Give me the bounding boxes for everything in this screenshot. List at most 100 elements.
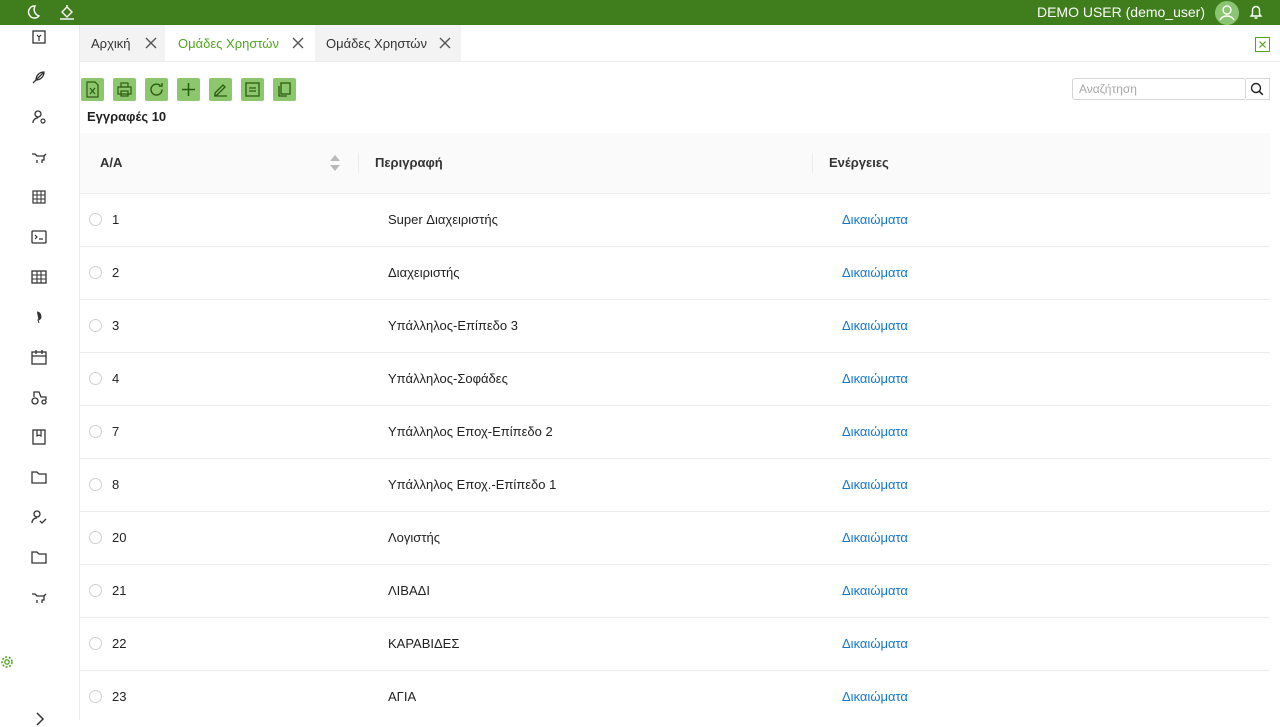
cell-id: 1 [112, 212, 120, 227]
leaf-icon[interactable] [30, 308, 48, 326]
cell-description: ΛΙΒΑΔΙ [388, 583, 430, 598]
record-count: Εγγραφές 10 [87, 109, 167, 124]
table-row[interactable]: 4 Υπάλληλος-Σοφάδες Δικαιώματα [80, 353, 1270, 406]
permissions-link[interactable]: Δικαιώματα [842, 318, 908, 333]
permissions-link[interactable]: Δικαιώματα [842, 265, 908, 280]
close-icon[interactable] [144, 36, 158, 50]
row-radio[interactable] [89, 372, 102, 385]
column-header-actions: Ενέργειες [829, 155, 889, 170]
row-radio[interactable] [89, 319, 102, 332]
permissions-link[interactable]: Δικαιώματα [842, 477, 908, 492]
tab-label: Αρχική [91, 35, 131, 51]
close-icon[interactable] [291, 36, 305, 50]
close-icon [1259, 41, 1266, 48]
cash-register-icon[interactable] [30, 28, 48, 46]
cow-icon[interactable] [30, 148, 48, 166]
user-settings-icon[interactable] [30, 108, 48, 126]
folder-icon[interactable] [30, 468, 48, 486]
sidebar [0, 25, 80, 726]
table-grid-icon[interactable] [30, 268, 48, 286]
cell-description: Λογιστής [388, 530, 440, 545]
user-name[interactable]: DEMO USER (demo_user) [1037, 4, 1205, 20]
close-icon[interactable] [438, 36, 452, 50]
row-radio[interactable] [89, 584, 102, 597]
permissions-link[interactable]: Δικαιώματα [842, 689, 908, 704]
terminal-icon[interactable] [30, 228, 48, 246]
tractor-icon[interactable] [30, 388, 48, 406]
permissions-link[interactable]: Δικαιώματα [842, 636, 908, 651]
cell-id: 23 [112, 689, 127, 704]
table-row[interactable]: 2 Διαχειριστής Δικαιώματα [80, 247, 1270, 300]
chevron-right-icon[interactable] [33, 711, 47, 727]
copy-icon [245, 82, 260, 97]
cell-description: ΑΓΙΑ [388, 689, 417, 704]
column-header-id[interactable]: Α/Α [100, 155, 122, 170]
close-all-tabs-button[interactable] [1255, 37, 1270, 52]
building-icon[interactable] [30, 188, 48, 206]
tab-user-groups-2[interactable]: Ομάδες Χρηστών [315, 25, 461, 61]
search-icon [1250, 82, 1264, 96]
paint-bucket-icon[interactable] [58, 3, 76, 21]
column-header-description[interactable]: Περιγραφή [375, 155, 443, 170]
row-radio[interactable] [89, 425, 102, 438]
search-button[interactable] [1246, 78, 1270, 100]
row-radio[interactable] [89, 531, 102, 544]
cell-id: 3 [112, 318, 120, 333]
plus-icon [182, 83, 195, 96]
avatar[interactable] [1215, 1, 1239, 25]
permissions-link[interactable]: Δικαιώματα [842, 371, 908, 386]
row-radio[interactable] [89, 478, 102, 491]
duplicate-button[interactable] [273, 78, 296, 101]
duplicate-icon [278, 82, 291, 97]
table-row[interactable]: 3 Υπάλληλος-Επίπεδο 3 Δικαιώματα [80, 300, 1270, 353]
feather-icon[interactable] [30, 68, 48, 86]
tab-home[interactable]: Αρχική [80, 25, 165, 61]
print-button[interactable] [113, 78, 136, 101]
table-row[interactable]: 22 ΚΑΡΑΒΙΔΕΣ Δικαιώματα [80, 618, 1270, 671]
row-radio[interactable] [89, 266, 102, 279]
search-input[interactable] [1072, 78, 1246, 100]
export-excel-button[interactable] [81, 78, 104, 101]
cell-description: ΚΑΡΑΒΙΔΕΣ [388, 636, 460, 651]
cow-icon[interactable] [30, 588, 48, 606]
gear-icon[interactable] [0, 655, 14, 669]
cell-id: 8 [112, 477, 120, 492]
cell-id: 21 [112, 583, 127, 598]
tab-label: Ομάδες Χρηστών [326, 35, 427, 51]
refresh-button[interactable] [145, 78, 168, 101]
tab-user-groups[interactable]: Ομάδες Χρηστών [167, 25, 313, 61]
moon-icon[interactable] [23, 3, 41, 21]
table-row[interactable]: 7 Υπάλληλος Εποχ-Επίπεδο 2 Δικαιώματα [80, 406, 1270, 459]
row-radio[interactable] [89, 690, 102, 703]
cell-description: Super Διαχειριστής [388, 212, 498, 227]
calendar-icon[interactable] [30, 348, 48, 366]
excel-icon [86, 81, 99, 98]
row-radio[interactable] [89, 637, 102, 650]
bell-icon[interactable] [1247, 3, 1265, 21]
cell-description: Διαχειριστής [388, 265, 460, 280]
column-divider [358, 153, 359, 173]
folder-icon[interactable] [30, 548, 48, 566]
add-button[interactable] [177, 78, 200, 101]
refresh-icon [150, 83, 163, 96]
permissions-link[interactable]: Δικαιώματα [842, 424, 908, 439]
table-row[interactable]: 20 Λογιστής Δικαιώματα [80, 512, 1270, 565]
book-icon[interactable] [30, 428, 48, 446]
table-row[interactable]: 23 ΑΓΙΑ Δικαιώματα [80, 671, 1270, 720]
permissions-link[interactable]: Δικαιώματα [842, 530, 908, 545]
table-header: Α/Α Περιγραφή Ενέργειες [80, 133, 1270, 194]
tab-bar: Αρχική Ομάδες Χρηστών Ομάδες Χρηστών [80, 25, 1280, 62]
table-row[interactable]: 21 ΛΙΒΑΔΙ Δικαιώματα [80, 565, 1270, 618]
table-row[interactable]: 8 Υπάλληλος Εποχ.-Επίπεδο 1 Δικαιώματα [80, 459, 1270, 512]
copy-button[interactable] [241, 78, 264, 101]
permissions-link[interactable]: Δικαιώματα [842, 212, 908, 227]
edit-button[interactable] [209, 78, 232, 101]
table-row[interactable]: 1 Super Διαχειριστής Δικαιώματα [80, 194, 1270, 247]
sort-icon[interactable] [328, 151, 342, 175]
print-icon [117, 82, 132, 97]
permissions-link[interactable]: Δικαιώματα [842, 583, 908, 598]
cell-id: 22 [112, 636, 127, 651]
users-icon[interactable] [30, 508, 48, 526]
row-radio[interactable] [89, 213, 102, 226]
cell-description: Υπάλληλος Εποχ.-Επίπεδο 1 [388, 477, 557, 492]
